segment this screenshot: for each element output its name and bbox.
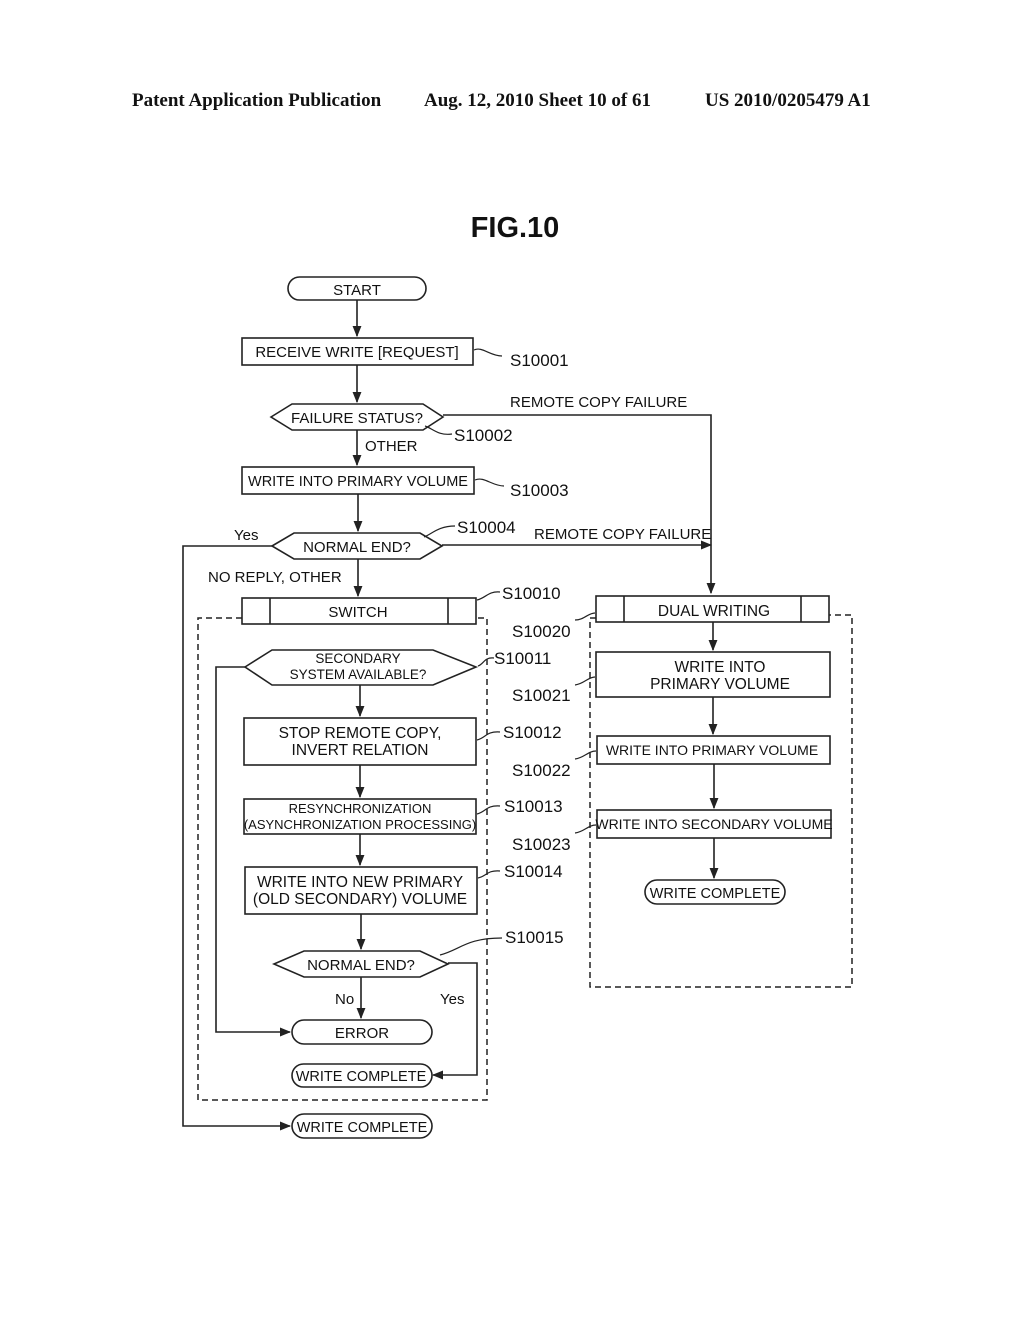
step-label-s10010: S10010: [502, 584, 561, 603]
dual-write-secondary-label: WRITE INTO SECONDARY VOLUME: [595, 816, 832, 832]
error-label: ERROR: [335, 1025, 389, 1042]
edge-label-yes-2: Yes: [440, 991, 464, 1008]
resync-label-2: (ASYNCHRONIZATION PROCESSING): [244, 817, 476, 832]
stop-remote-copy-step: STOP REMOTE COPY, INVERT RELATION: [243, 717, 477, 766]
secondary-available-decision: SECONDARY SYSTEM AVAILABLE?: [243, 649, 479, 686]
write-complete-switch-label: WRITE COMPLETE: [296, 1069, 427, 1085]
dual-writing-label: DUAL WRITING: [658, 603, 770, 620]
edge-label-remote-copy-failure-1: REMOTE COPY FAILURE: [510, 394, 687, 411]
step-label-s10020: S10020: [512, 622, 571, 641]
dual-write-primary-label-1: WRITE INTO: [675, 659, 766, 676]
edge-label-remote-copy-failure-2: REMOTE COPY FAILURE: [534, 526, 711, 543]
step-label-s10013: S10013: [504, 797, 563, 816]
failure-status-label: FAILURE STATUS?: [291, 410, 423, 427]
leader-s10002: [424, 425, 453, 435]
write-primary-step: WRITE INTO PRIMARY VOLUME: [241, 466, 475, 495]
leader-s10001: [473, 348, 503, 357]
leader-s10010: [476, 591, 501, 601]
step-label-s10003: S10003: [510, 481, 569, 500]
dual-write-secondary-step: WRITE INTO SECONDARY VOLUME: [595, 809, 833, 839]
edge-label-other: OTHER: [365, 438, 418, 455]
write-primary-label: WRITE INTO PRIMARY VOLUME: [248, 474, 468, 490]
receive-write-label: RECEIVE WRITE [REQUEST]: [255, 344, 458, 361]
write-new-primary-label-2: (OLD SECONDARY) VOLUME: [253, 891, 467, 908]
edge-normalend-complete: [182, 545, 292, 1131]
step-label-s10002: S10002: [454, 426, 513, 445]
error-terminal: ERROR: [291, 1019, 433, 1045]
write-complete-switch-terminal: WRITE COMPLETE: [291, 1063, 433, 1088]
leader-s10021: [574, 676, 596, 686]
secondary-available-label-2: SYSTEM AVAILABLE?: [290, 667, 427, 682]
normal-end-2-label: NORMAL END?: [307, 957, 415, 974]
dual-write-primary-label-2: PRIMARY VOLUME: [650, 676, 790, 693]
leader-s10011: [477, 657, 495, 667]
step-label-s10012: S10012: [503, 723, 562, 742]
resync-label-1: RESYNCHRONIZATION: [289, 801, 432, 816]
leader-s10004: [423, 525, 456, 538]
start-terminal: START: [287, 276, 427, 301]
write-complete-dual-label: WRITE COMPLETE: [650, 886, 781, 902]
secondary-available-label-1: SECONDARY: [315, 651, 400, 666]
write-complete-dual-terminal: WRITE COMPLETE: [644, 879, 786, 905]
stop-remote-label-1: STOP REMOTE COPY,: [279, 725, 442, 742]
leader-s10013: [476, 805, 501, 815]
receive-write-step: RECEIVE WRITE [REQUEST]: [241, 337, 474, 366]
leader-s10023: [574, 824, 597, 834]
failure-status-decision: FAILURE STATUS?: [269, 403, 445, 431]
step-label-s10014: S10014: [504, 862, 563, 881]
step-label-s10015: S10015: [505, 928, 564, 947]
step-label-s10021: S10021: [512, 686, 571, 705]
dual-writing-subprocess: DUAL WRITING: [595, 595, 830, 623]
normal-end-decision-1: NORMAL END?: [270, 532, 444, 560]
leader-s10020: [574, 612, 596, 621]
switch-label: SWITCH: [328, 604, 387, 621]
write-complete-main-label: WRITE COMPLETE: [297, 1120, 428, 1136]
dual-write-primary-step: WRITE INTO PRIMARY VOLUME: [595, 651, 831, 698]
stop-remote-label-2: INVERT RELATION: [292, 742, 429, 759]
edge-normalend-writecomplete: [431, 962, 478, 1080]
edge-label-no-reply-other: NO REPLY, OTHER: [208, 569, 342, 586]
edge-label-no: No: [335, 991, 354, 1008]
write-new-primary-label-1: WRITE INTO NEW PRIMARY: [257, 874, 463, 891]
switch-subprocess: SWITCH: [241, 597, 477, 625]
leader-s10015: [439, 937, 503, 956]
leader-s10012: [476, 731, 501, 741]
leader-s10022: [574, 750, 597, 760]
flowchart: START RECEIVE WRITE [REQUEST] S10001 FAI…: [182, 276, 853, 1139]
step-label-s10011: S10011: [494, 649, 551, 668]
resync-step: RESYNCHRONIZATION (ASYNCHRONIZATION PROC…: [243, 798, 477, 835]
leader-s10003: [474, 478, 505, 487]
step-label-s10001: S10001: [510, 351, 569, 370]
write-new-primary-step: WRITE INTO NEW PRIMARY (OLD SECONDARY) V…: [244, 866, 478, 915]
normal-end-decision-2: NORMAL END?: [271, 950, 450, 978]
leader-s10014: [477, 870, 501, 879]
write-complete-main-terminal: WRITE COMPLETE: [291, 1113, 433, 1139]
dual-write-primary-b-step: WRITE INTO PRIMARY VOLUME: [596, 735, 831, 765]
dual-write-primary-b-label: WRITE INTO PRIMARY VOLUME: [606, 742, 818, 758]
start-label: START: [333, 282, 381, 299]
step-label-s10023: S10023: [512, 835, 571, 854]
step-label-s10022: S10022: [512, 761, 571, 780]
normal-end-1-label: NORMAL END?: [303, 539, 411, 556]
edge-label-yes-1: Yes: [234, 527, 258, 544]
step-label-s10004: S10004: [457, 518, 516, 537]
